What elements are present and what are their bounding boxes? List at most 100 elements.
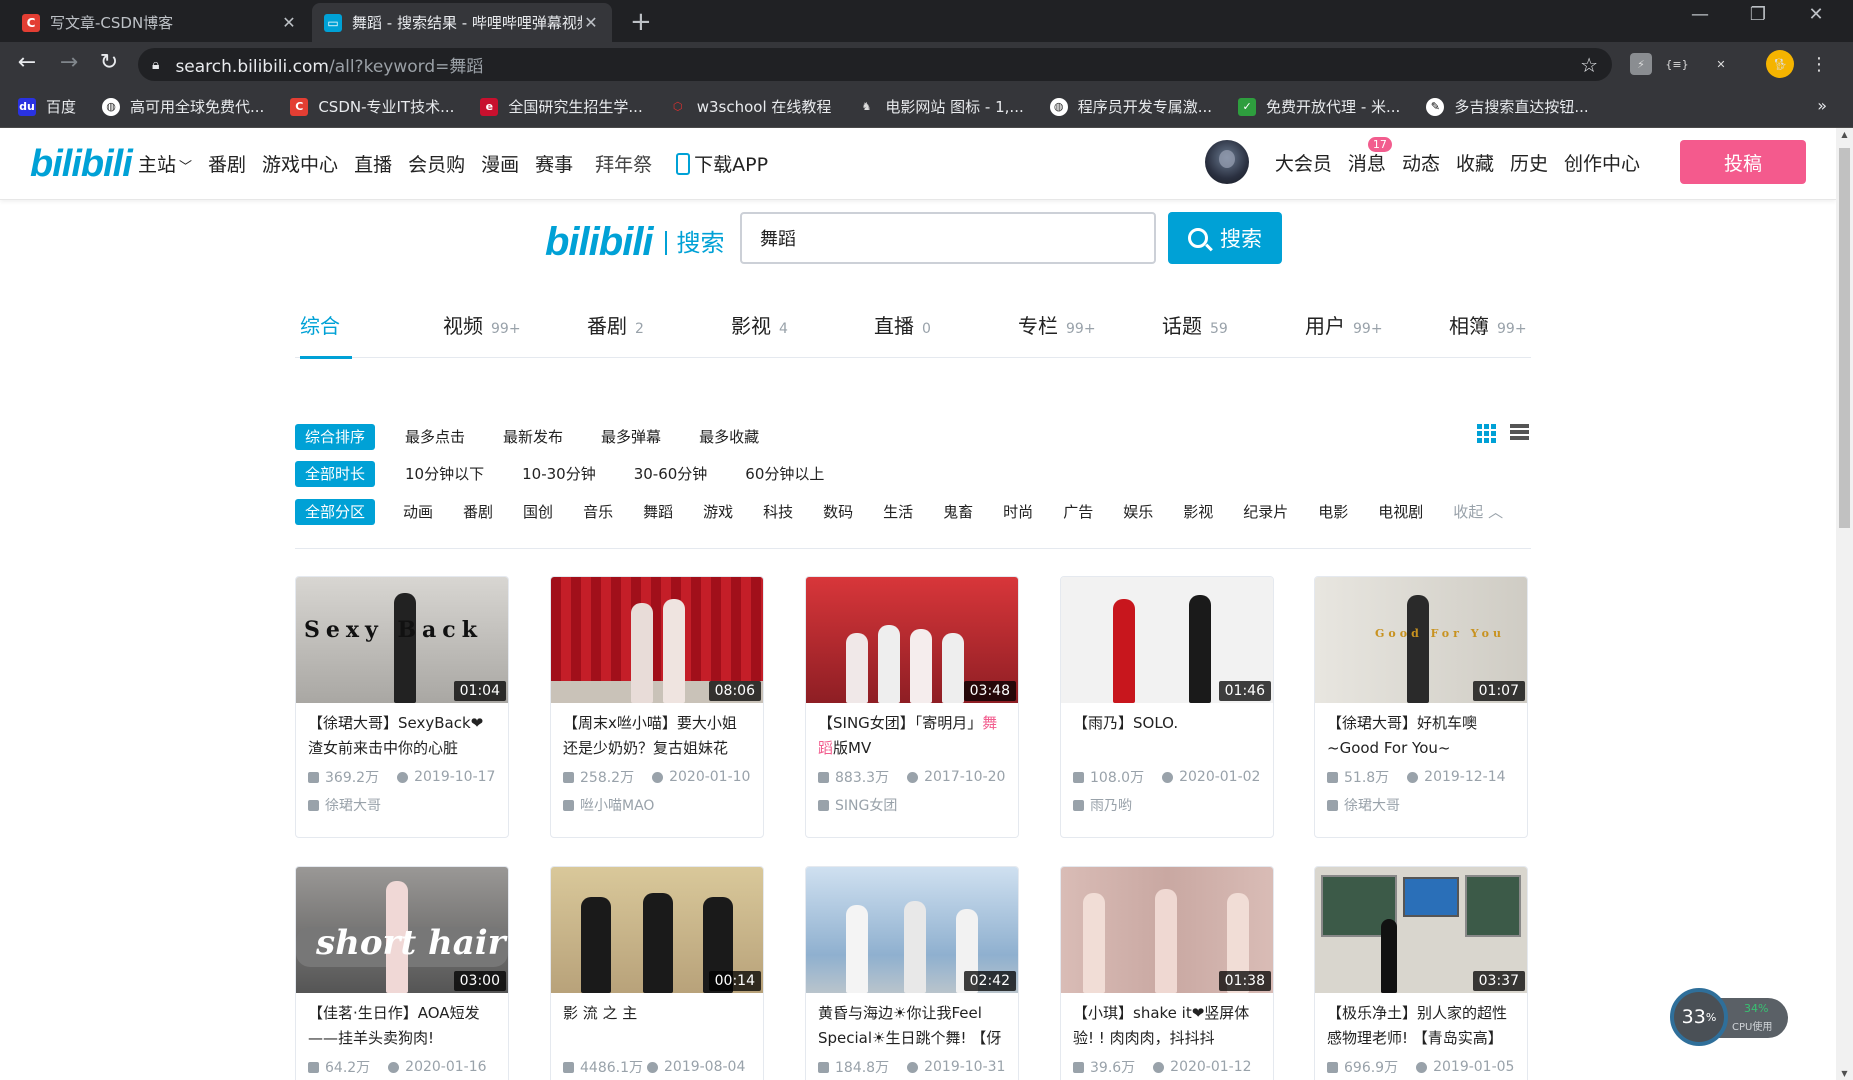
restore-icon[interactable]: ❐: [1743, 4, 1773, 25]
page-scrollbar[interactable]: ▲ ▼: [1836, 128, 1853, 1080]
video-thumbnail[interactable]: Sexy Back 01:04: [296, 577, 508, 703]
nav-member-shop[interactable]: 会员购: [408, 150, 465, 177]
nav-live[interactable]: 直播: [354, 150, 392, 177]
user-avatar[interactable]: [1204, 140, 1249, 184]
sort-option[interactable]: 最新发布: [503, 424, 563, 450]
duration-option[interactable]: 全部时长: [295, 461, 376, 487]
video-card[interactable]: 01:38 【小琪】shake it❤竖屏体验! ! 肉肉肉，抖抖抖 39.6万…: [1060, 866, 1274, 1080]
profile-avatar-icon[interactable]: 🐕︎: [1766, 50, 1794, 78]
scrollbar-thumb[interactable]: [1839, 148, 1850, 528]
nav-game-center[interactable]: 游戏中心: [262, 150, 338, 177]
video-card[interactable]: Good For You 01:07 【徐珺大哥】好机车噢~Good For Y…: [1314, 576, 1528, 838]
zone-option[interactable]: 数码: [823, 499, 853, 525]
video-title[interactable]: 【周末x咝小喵】要大小姐还是少奶奶？复古姐妹花: [551, 703, 763, 761]
browser-tab-bilibili[interactable]: ▭ 舞蹈 - 搜索结果 - 哔哩哔哩弹幕视频网 ✕: [312, 3, 612, 42]
tab-video[interactable]: 视频 99+: [443, 310, 521, 339]
video-thumbnail[interactable]: 03:37: [1315, 867, 1527, 993]
sort-option[interactable]: 最多弹幕: [601, 424, 661, 450]
zone-option[interactable]: 纪录片: [1243, 499, 1288, 525]
video-thumbnail[interactable]: short hair 03:00: [296, 867, 508, 993]
video-title[interactable]: 【SING女团】「寄明月」舞蹈版MV: [806, 703, 1018, 761]
duration-option[interactable]: 10-30分钟: [522, 461, 596, 487]
scroll-up-icon[interactable]: ▲: [1836, 130, 1853, 139]
video-uploader[interactable]: 徐珺大哥: [296, 787, 508, 815]
tab-album[interactable]: 相簿 99+: [1449, 310, 1527, 339]
tab-topic[interactable]: 话题 59: [1162, 310, 1228, 339]
video-title[interactable]: 【小琪】shake it❤竖屏体验! ! 肉肉肉，抖抖抖: [1061, 993, 1273, 1051]
sort-option[interactable]: 综合排序: [295, 424, 376, 450]
zone-option[interactable]: 影视: [1183, 499, 1213, 525]
search-button[interactable]: 搜索: [1168, 212, 1282, 264]
bookmark-item[interactable]: ◍ 程序员开发专属激...: [1049, 96, 1212, 117]
reload-icon[interactable]: ↻: [94, 50, 124, 75]
video-card[interactable]: short hair 03:00 【佳茗·生日作】AOA短发——挂羊头卖狗肉! …: [295, 866, 509, 1080]
video-card[interactable]: 03:37 【极乐净土】别人家的超性感物理老师! 【青岛实高】 696.9万 20…: [1314, 866, 1528, 1080]
zone-option[interactable]: 广告: [1063, 499, 1093, 525]
list-view-icon[interactable]: [1510, 424, 1529, 442]
nav-messages[interactable]: 消息 17: [1348, 136, 1392, 176]
duration-option[interactable]: 60分钟以上: [745, 461, 824, 487]
back-arrow-icon[interactable]: ←: [12, 50, 42, 75]
zone-option[interactable]: 娱乐: [1123, 499, 1153, 525]
video-title[interactable]: 【徐珺大哥】SexyBack❤渣女前来击中你的心脏: [296, 703, 508, 761]
video-uploader[interactable]: 徐珺大哥: [1315, 787, 1527, 815]
window-close-icon[interactable]: ✕: [1801, 4, 1831, 25]
tab-close-icon[interactable]: ✕: [280, 13, 298, 32]
bookmark-item[interactable]: ✓ 免费开放代理 - 米...: [1238, 96, 1400, 117]
nav-manga[interactable]: 漫画: [481, 150, 519, 177]
zone-option[interactable]: 生活: [883, 499, 913, 525]
duration-option[interactable]: 30-60分钟: [634, 461, 708, 487]
bookmark-item[interactable]: ◍ 高可用全球免费代...: [102, 96, 264, 117]
nav-favorites[interactable]: 收藏: [1456, 149, 1494, 176]
bilibili-logo[interactable]: bilibili: [30, 143, 133, 186]
extension-puzzle-icon[interactable]: ⚡: [1630, 53, 1652, 75]
video-card[interactable]: 03:48 【SING女团】「寄明月」舞蹈版MV 883.3万 2017-10-2…: [805, 576, 1019, 838]
tab-close-icon[interactable]: ✕: [582, 13, 600, 32]
tab-user[interactable]: 用户 99+: [1305, 310, 1383, 339]
video-title[interactable]: 黄昏与海边☀你让我Feel Special☀生日跳个舞! 【伢: [806, 993, 1018, 1051]
bookmark-item[interactable]: du 百度: [18, 96, 76, 117]
zone-option[interactable]: 动画: [403, 499, 433, 525]
bookmark-item[interactable]: e 全国研究生招生学...: [480, 96, 643, 117]
sort-option[interactable]: 最多收藏: [699, 424, 759, 450]
video-card[interactable]: 08:06 【周末x咝小喵】要大小姐还是少奶奶？复古姐妹花 258.2万 2020…: [550, 576, 764, 838]
video-title[interactable]: 影 流 之 主: [551, 993, 763, 1051]
duration-option[interactable]: 10分钟以下: [405, 461, 484, 487]
video-thumbnail[interactable]: 03:48: [806, 577, 1018, 703]
bookmark-item[interactable]: C CSDN-专业IT技术...: [290, 96, 454, 117]
extension-x-icon[interactable]: ✕: [1710, 53, 1732, 75]
nav-new-year-gala[interactable]: 拜年祭: [595, 150, 652, 177]
bookmarks-overflow-icon[interactable]: »: [1817, 96, 1827, 115]
new-tab-plus-icon[interactable]: +: [630, 7, 652, 37]
zone-option[interactable]: 游戏: [703, 499, 733, 525]
tab-article[interactable]: 专栏 99+: [1018, 310, 1096, 339]
search-input[interactable]: [740, 212, 1156, 264]
video-card[interactable]: Sexy Back 01:04 【徐珺大哥】SexyBack❤渣女前来击中你的心…: [295, 576, 509, 838]
bookmark-item[interactable]: ✎ 多吉搜索直达按钮...: [1426, 96, 1589, 117]
browser-tab-csdn[interactable]: C 写文章-CSDN博客 ✕: [10, 3, 310, 42]
tab-movie[interactable]: 影视 4: [731, 310, 788, 339]
nav-bangumi[interactable]: 番剧: [208, 150, 246, 177]
zone-option[interactable]: 番剧: [463, 499, 493, 525]
zone-option[interactable]: 科技: [763, 499, 793, 525]
zone-option[interactable]: 音乐: [583, 499, 613, 525]
upload-button[interactable]: 投稿: [1680, 140, 1806, 184]
video-thumbnail[interactable]: 02:42: [806, 867, 1018, 993]
video-thumbnail[interactable]: 01:38: [1061, 867, 1273, 993]
nav-download-app[interactable]: 下载APP: [676, 150, 768, 177]
video-card[interactable]: 01:46 【雨乃】SOLO. 108.0万 2020-01-02 雨乃哟: [1060, 576, 1274, 838]
address-bar[interactable]: 🔒︎ search.bilibili.com/all?keyword=舞蹈 ☆: [138, 48, 1612, 81]
nav-history[interactable]: 历史: [1510, 149, 1548, 176]
tab-live[interactable]: 直播 0: [874, 310, 931, 339]
nav-vip[interactable]: 大会员: [1275, 149, 1332, 176]
nav-dynamics[interactable]: 动态: [1402, 149, 1440, 176]
bookmark-item[interactable]: ♞ 电影网站 图标 - 1,...: [857, 96, 1023, 117]
zone-option[interactable]: 舞蹈: [643, 499, 673, 525]
video-thumbnail[interactable]: 00:14: [551, 867, 763, 993]
zone-option[interactable]: 电视剧: [1378, 499, 1423, 525]
scroll-down-icon[interactable]: ▼: [1836, 1069, 1853, 1078]
tab-bangumi[interactable]: 番剧 2: [587, 310, 644, 339]
minimize-icon[interactable]: —: [1685, 4, 1715, 25]
video-card[interactable]: 00:14 影 流 之 主 4486.1万 2019-08-04: [550, 866, 764, 1080]
bookmark-star-icon[interactable]: ☆: [1580, 53, 1598, 77]
